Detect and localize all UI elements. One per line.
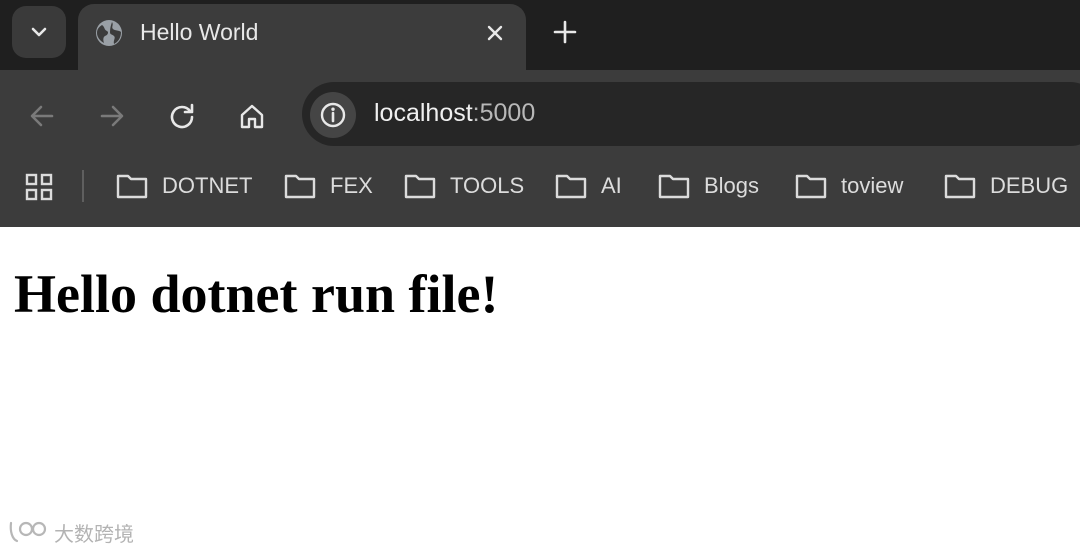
tab-search-button[interactable] [12, 6, 66, 58]
arrow-right-icon [100, 105, 124, 127]
bookmark-label: DOTNET [162, 173, 253, 198]
apps-button[interactable] [22, 170, 56, 204]
site-info-button[interactable] [310, 92, 356, 138]
bookmark-label: toview [841, 173, 904, 198]
close-icon [487, 25, 503, 41]
bookmark-folder-dotnet[interactable]: DOTNET [116, 160, 252, 212]
plus-icon [553, 20, 577, 44]
bookmark-label: DEBUG [990, 173, 1069, 198]
info-icon [320, 102, 346, 128]
navigation-toolbar: localhost:5000 [0, 70, 1080, 160]
folder-icon [404, 174, 436, 199]
watermark-logo [9, 521, 47, 543]
bookmark-folder-toview[interactable]: toview [795, 160, 903, 212]
bookmark-label: TOOLS [450, 173, 525, 198]
new-tab-button[interactable] [548, 15, 582, 49]
bookmark-folder-fex[interactable]: FEX [284, 160, 373, 212]
url-port: :5000 [472, 99, 536, 127]
forward-button[interactable] [90, 94, 134, 138]
folder-icon [284, 174, 316, 199]
active-tab[interactable]: Hello World [78, 4, 526, 74]
globe-icon [96, 20, 122, 46]
watermark: 大数跨境 [8, 517, 134, 547]
apps-grid-icon [25, 173, 53, 201]
folder-icon [116, 174, 148, 199]
bookmark-label: AI [601, 173, 622, 198]
folder-icon [555, 174, 587, 199]
bookmark-folder-blogs[interactable]: Blogs [658, 160, 759, 212]
bookmark-label: Blogs [704, 173, 760, 198]
home-icon [240, 104, 264, 129]
folder-icon [944, 174, 976, 199]
back-button[interactable] [20, 94, 64, 138]
url-text[interactable]: localhost:5000 [374, 99, 535, 128]
bookmark-label: FEX [330, 173, 373, 198]
reload-icon [170, 103, 194, 129]
bookmarks-separator [82, 170, 84, 202]
watermark-text: 大数跨境 [54, 521, 134, 546]
page-content: Hello dotnet run file! 大数跨境 [0, 227, 1080, 552]
tab-close-button[interactable] [482, 20, 508, 46]
bookmark-folder-tools[interactable]: TOOLS [404, 160, 524, 212]
arrow-left-icon [30, 105, 54, 127]
reload-button[interactable] [160, 94, 204, 138]
bookmarks-bar: DOTNET FEX TOOLS AI Blogs toview DEBUG [0, 160, 1080, 227]
tab-strip: Hello World [0, 0, 1080, 74]
chevron-down-icon [31, 27, 47, 37]
url-host: localhost [374, 99, 473, 127]
folder-icon [658, 174, 690, 199]
browser-chrome: Hello World localhost:5000 DOTNET FEX TO… [0, 0, 1080, 227]
tab-title: Hello World [140, 19, 259, 45]
page-heading: Hello dotnet run file! [14, 264, 499, 324]
address-bar[interactable]: localhost:5000 [302, 82, 1080, 146]
bookmark-folder-ai[interactable]: AI [555, 160, 622, 212]
home-button[interactable] [230, 94, 274, 138]
folder-icon [795, 174, 827, 199]
bookmark-folder-debug[interactable]: DEBUG [944, 160, 1068, 212]
